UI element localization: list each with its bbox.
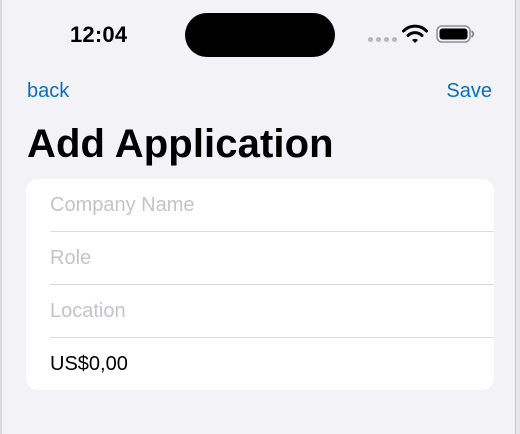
signal-dot bbox=[384, 37, 389, 42]
screen: 12:04 back Save Add Application bbox=[2, 0, 516, 434]
signal-dot bbox=[376, 37, 381, 42]
cellular-dots-icon bbox=[368, 37, 397, 42]
salary-row bbox=[50, 338, 494, 390]
wifi-icon bbox=[402, 24, 428, 43]
location-row bbox=[50, 285, 494, 338]
signal-dot bbox=[368, 37, 373, 42]
back-button[interactable]: back bbox=[27, 80, 69, 103]
location-input[interactable] bbox=[50, 285, 470, 337]
page-title: Add Application bbox=[27, 122, 334, 166]
status-time: 12:04 bbox=[70, 22, 128, 47]
save-button[interactable]: Save bbox=[446, 80, 492, 103]
battery-icon bbox=[436, 25, 475, 43]
salary-input[interactable] bbox=[50, 338, 470, 390]
device-bezel bbox=[515, 0, 520, 434]
role-input[interactable] bbox=[50, 232, 470, 284]
company-name-row bbox=[50, 179, 494, 232]
device-frame: 12:04 back Save Add Application bbox=[0, 0, 520, 434]
role-row bbox=[50, 232, 494, 285]
signal-dot bbox=[392, 37, 397, 42]
company-name-input[interactable] bbox=[50, 179, 470, 231]
dynamic-island bbox=[185, 13, 335, 57]
application-form bbox=[26, 179, 494, 390]
